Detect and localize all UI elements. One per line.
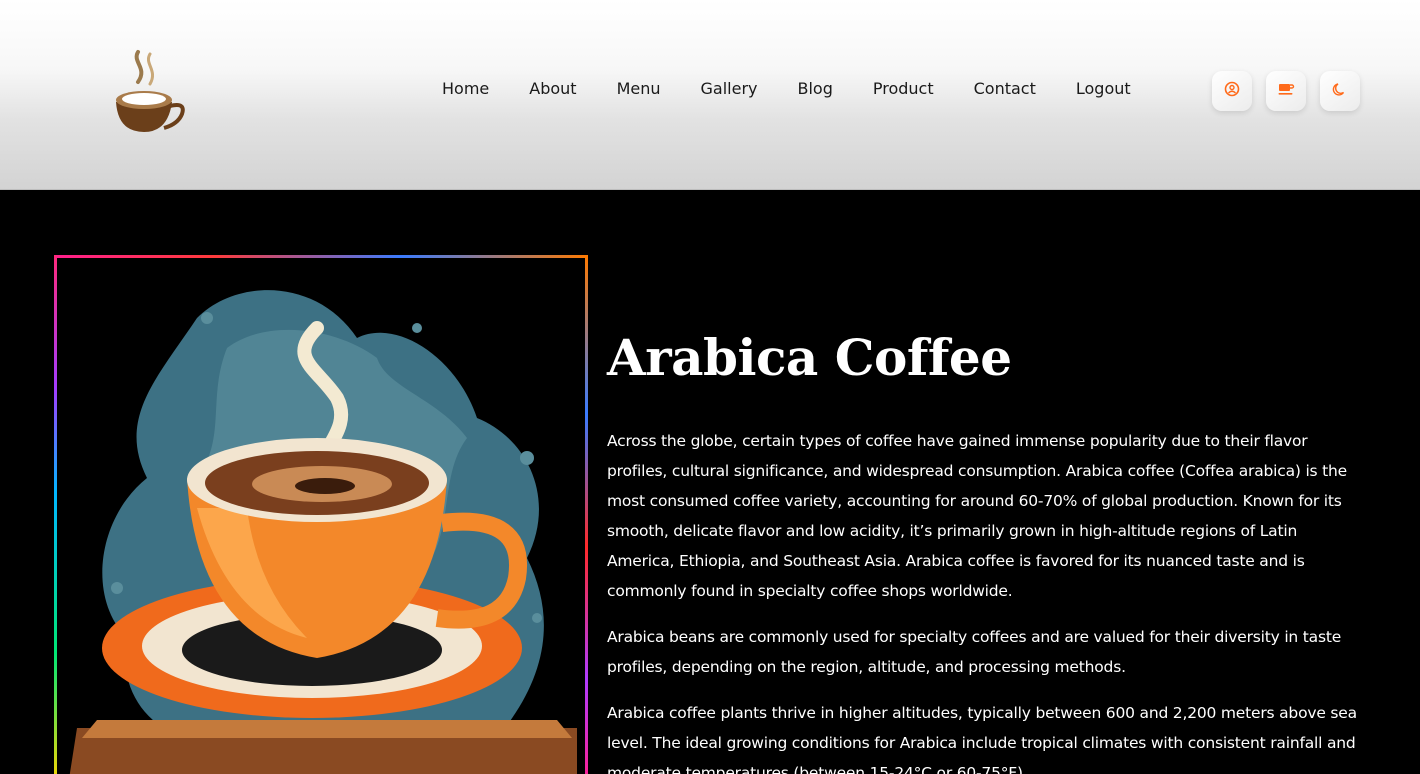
article-paragraph-2: Arabica beans are commonly used for spec… (607, 628, 1342, 676)
coffee-logo[interactable] (108, 48, 192, 138)
coffee-cup-icon (1277, 80, 1295, 102)
coffee-illustration (57, 258, 585, 774)
cart-button[interactable] (1266, 71, 1306, 111)
article-title: Arabica Coffee (607, 328, 1012, 387)
article-paragraph-1: Across the globe, certain types of coffe… (607, 432, 1347, 600)
frame-right-edge (585, 255, 588, 774)
nav-product[interactable]: Product (873, 79, 934, 98)
nav-about[interactable]: About (529, 79, 576, 98)
nav-home[interactable]: Home (442, 79, 489, 98)
site-header: Home About Menu Gallery Blog Product Con… (0, 0, 1420, 190)
image-frame (54, 255, 588, 774)
article-body: Across the globe, certain types of coffe… (607, 426, 1357, 774)
user-icon (1223, 80, 1241, 102)
article-paragraph-3: Arabica coffee plants thrive in higher a… (607, 704, 1357, 774)
nav-menu[interactable]: Menu (617, 79, 661, 98)
profile-button[interactable] (1212, 71, 1252, 111)
moon-icon (1331, 80, 1349, 102)
nav-contact[interactable]: Contact (974, 79, 1036, 98)
nav-blog[interactable]: Blog (797, 79, 832, 98)
frame-left-edge (54, 255, 57, 774)
main-nav: Home About Menu Gallery Blog Product Con… (442, 79, 1171, 98)
theme-toggle-button[interactable] (1320, 71, 1360, 111)
nav-gallery[interactable]: Gallery (701, 79, 758, 98)
nav-logout[interactable]: Logout (1076, 79, 1131, 98)
